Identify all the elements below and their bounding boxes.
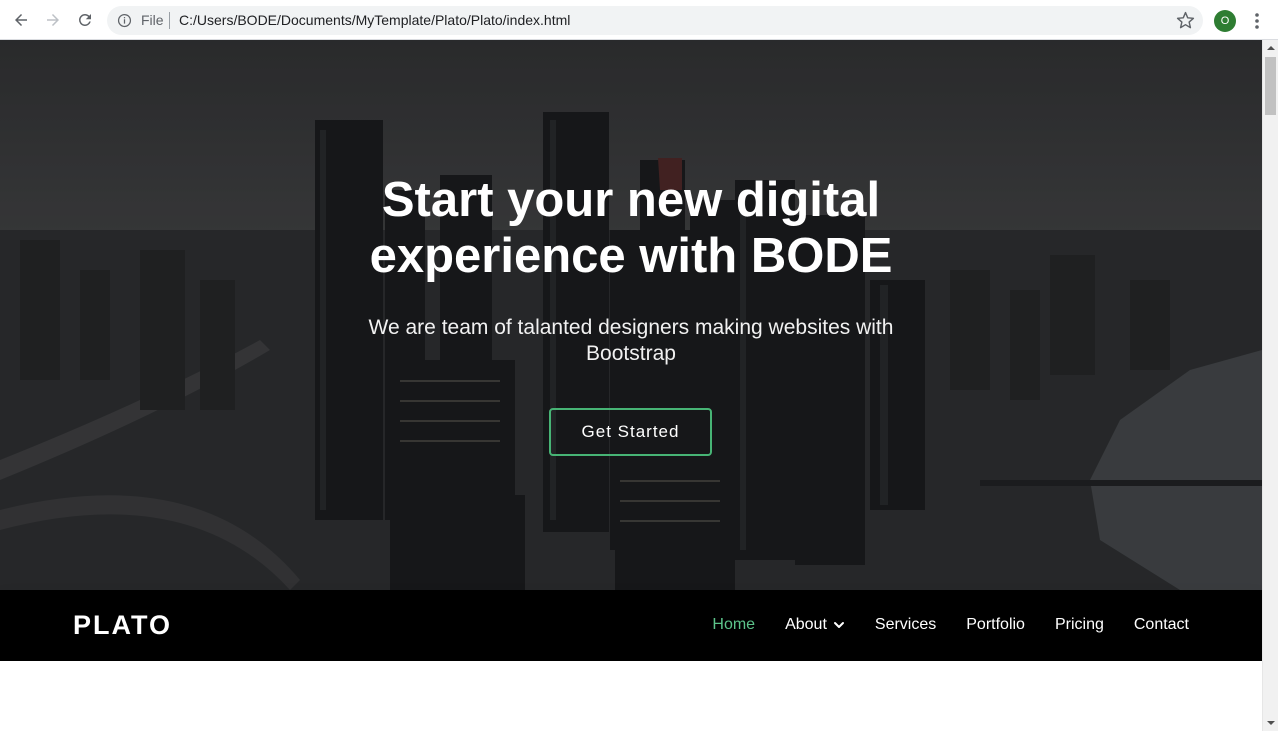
brand-logo[interactable]: PLATO (73, 610, 172, 640)
page-viewport: Start your new digital experience with B… (0, 40, 1262, 731)
page-content-area (0, 661, 1262, 731)
reload-button[interactable] (74, 9, 96, 31)
profile-avatar[interactable]: O (1214, 10, 1236, 32)
file-label: File (141, 12, 164, 28)
forward-arrow-icon (47, 14, 59, 26)
nav-item-portfolio[interactable]: Portfolio (966, 614, 1025, 636)
back-arrow-icon (15, 14, 27, 26)
info-icon[interactable] (117, 13, 132, 28)
nav-item-about[interactable]: About (785, 614, 845, 636)
star-icon[interactable] (1176, 11, 1195, 30)
reload-icon (78, 13, 91, 26)
nav-links: Home About Services Portfolio Pricing Co… (682, 614, 1189, 636)
address-bar[interactable]: File C:/Users/BODE/Documents/MyTemplate/… (107, 6, 1203, 35)
nav-item-pricing[interactable]: Pricing (1055, 614, 1104, 636)
forward-button[interactable] (42, 9, 64, 31)
chevron-down-icon (833, 622, 844, 628)
nav-item-home[interactable]: Home (712, 614, 755, 636)
kebab-menu-icon[interactable] (1248, 11, 1266, 31)
hero-section: Start your new digital experience with B… (0, 40, 1262, 590)
scroll-up-arrow-icon[interactable] (1266, 43, 1276, 53)
nav-item-about-label: About (785, 616, 827, 633)
get-started-button[interactable]: Get Started (549, 408, 712, 456)
address-separator (169, 12, 170, 29)
back-button[interactable] (10, 9, 32, 31)
scroll-down-arrow-icon[interactable] (1266, 718, 1276, 728)
nav-item-services[interactable]: Services (875, 614, 936, 636)
vertical-scrollbar[interactable] (1262, 40, 1278, 731)
browser-toolbar: File C:/Users/BODE/Documents/MyTemplate/… (0, 0, 1278, 40)
nav-item-contact[interactable]: Contact (1134, 614, 1189, 636)
main-navbar: PLATO Home About Services Portfolio Pric… (0, 590, 1262, 661)
hero-title: Start your new digital experience with B… (369, 173, 893, 283)
scroll-thumb[interactable] (1265, 57, 1276, 115)
url-text[interactable]: C:/Users/BODE/Documents/MyTemplate/Plato… (179, 13, 570, 28)
hero-subtitle: We are team of talanted designers making… (368, 316, 894, 365)
